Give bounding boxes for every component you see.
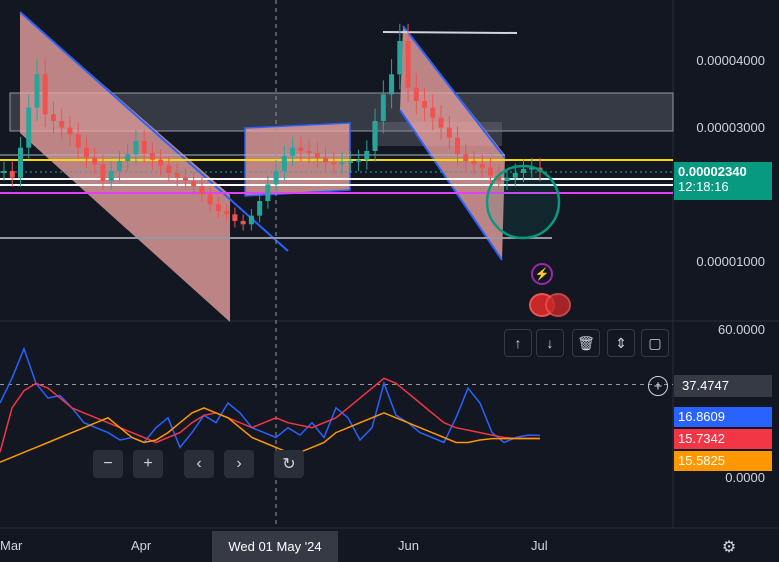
candle-body	[158, 159, 164, 166]
candle-body	[207, 194, 213, 205]
series-value-tag-blue: 16.8609	[674, 407, 772, 427]
plus-circle-icon[interactable]: +	[648, 376, 668, 396]
candle-body	[372, 121, 378, 151]
candle-body	[133, 141, 139, 155]
trash-icon[interactable]: 🗑	[572, 329, 600, 357]
candle-body	[9, 171, 15, 178]
last-price-value: 0.00002340	[678, 164, 747, 179]
reset-button[interactable]: ↻	[274, 450, 304, 478]
candle-body	[232, 214, 238, 221]
candle-body	[455, 137, 461, 155]
crosshair-value-tag: 37.4747	[674, 375, 772, 397]
fullscreen-icon[interactable]: ▢	[641, 329, 669, 357]
indicator-axis-tick: 0.0000	[725, 470, 765, 485]
candle-body	[298, 147, 304, 151]
candle-body	[34, 74, 40, 108]
candle-body	[380, 94, 386, 121]
collapse-icon[interactable]: ⇕	[607, 329, 635, 357]
us-flag-icon[interactable]	[545, 293, 571, 317]
x-axis-tick: Jun	[398, 538, 419, 553]
candle-body	[240, 221, 246, 225]
candle-body	[413, 87, 419, 101]
price-axis-tick: 0.00001000	[696, 254, 765, 269]
candle-body	[116, 161, 122, 171]
candle-body	[75, 134, 81, 148]
candle-body	[323, 157, 329, 163]
candle-body	[108, 171, 114, 181]
candle-body	[50, 114, 56, 121]
candle-body	[199, 186, 205, 195]
candle-body	[182, 177, 188, 181]
indicator-series-line-1	[0, 377, 540, 453]
series-value-tag-red: 15.7342	[674, 429, 772, 449]
candle-body	[149, 153, 155, 160]
candle-body	[364, 151, 370, 160]
candle-body	[479, 164, 485, 168]
candle-body	[488, 167, 494, 176]
candle-body	[347, 161, 353, 163]
candle-body	[248, 215, 254, 225]
candle-body	[166, 165, 172, 173]
candle-body	[125, 154, 131, 161]
candle-body	[356, 159, 362, 162]
candle-body	[67, 127, 73, 135]
candle-body	[471, 161, 477, 165]
candle-body	[215, 204, 221, 211]
indicator-series-line-0	[0, 346, 541, 449]
price-axis-tick: 0.00003000	[696, 120, 765, 135]
chart-stage[interactable]: 0.00004000 0.00003000 0.00001000 0.00002…	[0, 0, 779, 562]
settings-icon[interactable]: ⚙	[718, 536, 740, 558]
candle-body	[422, 101, 428, 108]
candle-body	[331, 162, 337, 165]
candle-body	[430, 107, 436, 118]
arrow-up-icon[interactable]: ↑	[504, 329, 532, 357]
candle-body	[92, 157, 98, 165]
candle-body	[339, 162, 345, 165]
x-axis-tick: Jul	[531, 538, 548, 553]
candle-body	[224, 211, 230, 215]
x-axis-tick: Apr	[131, 538, 152, 553]
candle-body	[397, 41, 403, 75]
candle-body	[141, 141, 147, 153]
zoom-in-button[interactable]: +	[133, 450, 163, 478]
candle-body	[83, 147, 89, 158]
crosshair-date-label: Wed 01 May '24	[212, 531, 338, 562]
candle-body	[42, 74, 48, 115]
candle-body	[281, 155, 287, 171]
top-level-line	[382, 31, 518, 34]
candle-body	[314, 153, 320, 158]
candle-body	[17, 147, 23, 178]
candle-body	[405, 41, 411, 88]
candle-body	[463, 154, 469, 161]
candle-body	[438, 117, 444, 128]
arrow-down-icon[interactable]: ↓	[536, 329, 564, 357]
x-axis-tick: Mar	[0, 538, 23, 553]
candle-body	[100, 164, 106, 181]
candle-body	[1, 171, 7, 173]
candle-body	[446, 127, 452, 138]
candle-body	[265, 184, 271, 201]
candle-body	[174, 173, 180, 178]
bar-countdown: 12:18:16	[678, 179, 729, 194]
scroll-left-button[interactable]: ‹	[184, 450, 214, 478]
price-axis-tick: 0.00004000	[696, 53, 765, 68]
candle-body	[290, 147, 296, 156]
zoom-out-button[interactable]: −	[93, 450, 123, 478]
scroll-right-button[interactable]: ›	[224, 450, 254, 478]
candle-body	[389, 74, 395, 95]
series-value-tag-orange: 15.5825	[674, 451, 772, 471]
candle-body	[257, 201, 263, 216]
last-price-tag: 0.00002340 12:18:16	[674, 162, 772, 200]
lightning-icon[interactable]: ⚡	[531, 263, 553, 285]
candle-body	[273, 171, 279, 185]
candle-body	[306, 151, 312, 153]
indicator-axis-tick: 60.0000	[718, 322, 765, 337]
candle-body	[191, 181, 197, 187]
candle-body	[59, 121, 65, 128]
target-circle	[485, 164, 561, 240]
candle-body	[26, 107, 32, 148]
